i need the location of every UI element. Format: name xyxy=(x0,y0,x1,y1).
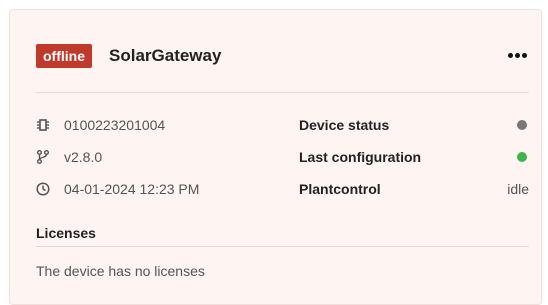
device-name: SolarGateway xyxy=(109,46,222,65)
serial-row: 0100223201004 xyxy=(36,115,165,135)
more-horizontal-icon xyxy=(514,52,520,58)
header-divider xyxy=(36,92,529,93)
device-status-label: Device status xyxy=(299,117,390,133)
card-header: offline SolarGateway xyxy=(10,10,541,90)
branch-icon xyxy=(36,150,50,164)
licenses-empty-message: The device has no licenses xyxy=(36,263,205,279)
timestamp-row: 04-01-2024 12:23 PM xyxy=(36,179,199,199)
firmware-version: v2.8.0 xyxy=(64,149,103,165)
chip-icon xyxy=(36,118,50,132)
last-configuration-label: Last configuration xyxy=(299,149,422,165)
clock-icon xyxy=(36,182,50,196)
licenses-title: Licenses xyxy=(36,225,96,241)
serial-number: 0100223201004 xyxy=(64,117,166,133)
more-horizontal-icon xyxy=(507,52,513,58)
device-status-indicator xyxy=(517,120,527,130)
more-horizontal-icon xyxy=(521,52,527,58)
version-row: v2.8.0 xyxy=(36,147,102,167)
device-card: offline SolarGateway 0100223201004 v2.8.… xyxy=(9,9,542,305)
plantcontrol-label: Plantcontrol xyxy=(299,181,381,197)
last-configuration-indicator xyxy=(517,152,527,162)
status-badge: offline xyxy=(36,44,92,68)
plantcontrol-value: idle xyxy=(507,181,529,197)
last-seen-timestamp: 04-01-2024 12:23 PM xyxy=(64,181,200,197)
more-options-button[interactable] xyxy=(505,43,529,67)
licenses-divider xyxy=(36,246,529,247)
